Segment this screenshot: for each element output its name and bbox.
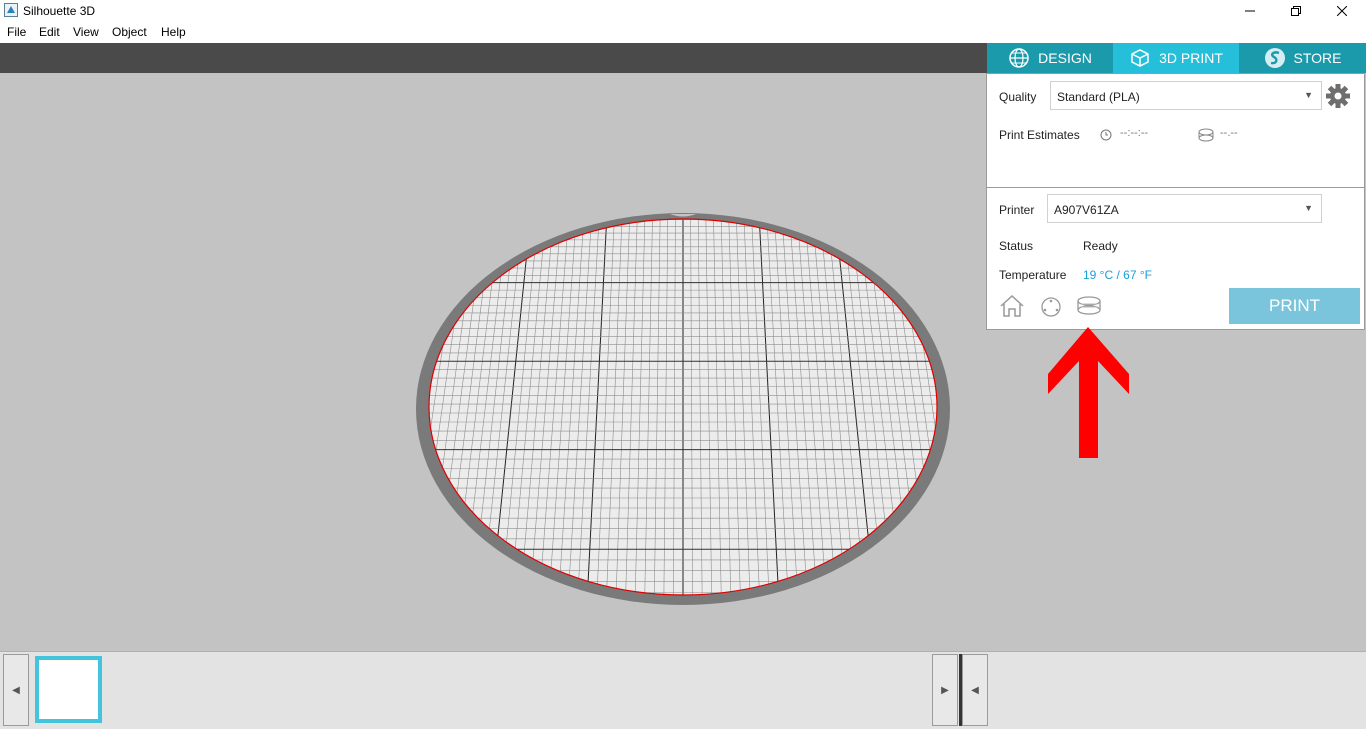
quality-select[interactable]: Standard (PLA) ▼ bbox=[1050, 81, 1322, 110]
arrow-right-icon: ▶ bbox=[941, 684, 949, 696]
tab-store-label: STORE bbox=[1293, 50, 1342, 66]
quality-label: Quality bbox=[999, 90, 1037, 104]
temperature-value: 19 °C / 67 °F bbox=[1083, 268, 1152, 282]
scroll-right-button[interactable]: ▶ bbox=[932, 654, 958, 726]
print-settings-panel: Quality Standard (PLA) ▼ Print Estimates… bbox=[986, 73, 1365, 330]
menu-bar: File Edit View Object Help bbox=[0, 22, 1366, 44]
silhouette-s-icon bbox=[1264, 48, 1285, 68]
menu-help[interactable]: Help bbox=[161, 25, 186, 39]
restore-icon bbox=[1291, 6, 1301, 16]
tab-3d-print[interactable]: 3D PRINT bbox=[1113, 43, 1239, 73]
menu-view[interactable]: View bbox=[73, 25, 99, 39]
estimate-time: --:--:-- bbox=[1120, 127, 1149, 139]
title-bar: Silhouette 3D bbox=[0, 0, 1366, 22]
print-button[interactable]: PRINT bbox=[1229, 288, 1360, 324]
filament-spool-icon bbox=[1198, 128, 1214, 142]
minimize-button[interactable] bbox=[1227, 0, 1273, 22]
mode-tabs: DESIGN 3D PRINT STORE bbox=[987, 43, 1366, 73]
menu-file[interactable]: File bbox=[7, 25, 26, 39]
chevron-down-icon: ▼ bbox=[1304, 203, 1313, 213]
printer-label: Printer bbox=[999, 203, 1035, 217]
panel-divider bbox=[987, 187, 1364, 188]
restore-button[interactable] bbox=[1273, 0, 1319, 22]
page-thumbnail[interactable] bbox=[35, 656, 102, 723]
tab-design[interactable]: DESIGN bbox=[987, 43, 1113, 73]
status-label: Status bbox=[999, 239, 1034, 253]
tab-3d-print-label: 3D PRINT bbox=[1159, 50, 1223, 66]
collapse-panel-button[interactable]: ◀ bbox=[962, 654, 988, 726]
status-value: Ready bbox=[1083, 239, 1118, 253]
tab-store[interactable]: STORE bbox=[1239, 43, 1366, 73]
printer-value: A907V61ZA bbox=[1054, 203, 1119, 217]
print-estimates-label: Print Estimates bbox=[999, 128, 1080, 142]
window-title: Silhouette 3D bbox=[23, 4, 96, 18]
3d-box-icon bbox=[1131, 49, 1149, 67]
close-icon bbox=[1337, 6, 1347, 16]
menu-edit[interactable]: Edit bbox=[39, 25, 60, 39]
clock-icon bbox=[1100, 129, 1112, 141]
menu-object[interactable]: Object bbox=[112, 25, 147, 39]
app-logo-icon bbox=[4, 3, 18, 17]
estimate-material: --.-- bbox=[1220, 127, 1238, 139]
page-thumbnail-bar: ◀ ▶ ◀ bbox=[0, 651, 1366, 729]
chevron-down-icon: ▼ bbox=[1304, 90, 1313, 100]
printer-select[interactable]: A907V61ZA ▼ bbox=[1047, 194, 1322, 223]
arrow-left-icon: ◀ bbox=[12, 684, 20, 696]
temperature-label: Temperature bbox=[999, 268, 1067, 282]
scroll-left-button[interactable]: ◀ bbox=[3, 654, 29, 726]
globe-icon bbox=[1009, 48, 1029, 68]
home-icon[interactable] bbox=[999, 294, 1025, 318]
gear-icon[interactable] bbox=[1325, 83, 1351, 109]
minimize-icon bbox=[1245, 10, 1255, 12]
tab-design-label: DESIGN bbox=[1038, 50, 1092, 66]
annotation-arrow bbox=[1048, 327, 1129, 458]
arrow-left-icon: ◀ bbox=[971, 684, 979, 696]
level-bed-icon[interactable] bbox=[1040, 296, 1062, 318]
filament-load-icon[interactable] bbox=[1075, 295, 1103, 317]
close-button[interactable] bbox=[1319, 0, 1365, 22]
quality-value: Standard (PLA) bbox=[1057, 90, 1140, 104]
